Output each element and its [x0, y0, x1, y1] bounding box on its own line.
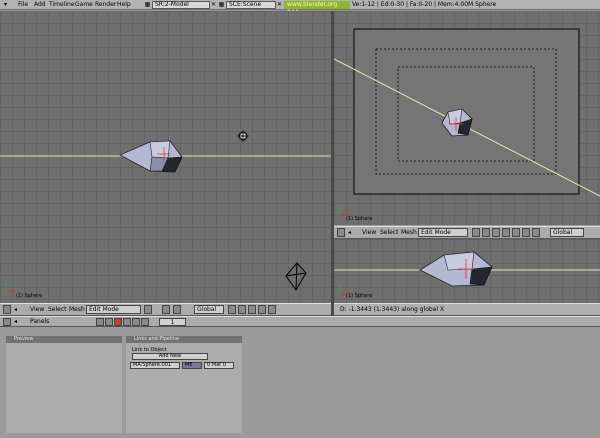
collapse-icon[interactable]: ◂	[348, 229, 351, 236]
frame-number-field[interactable]: 1	[159, 318, 186, 326]
scene-browse-icon[interactable]: ▦	[218, 1, 225, 9]
3d-viewport-camera[interactable]: (1) Sphere	[334, 11, 600, 225]
mode-select[interactable]: Edit Mode	[86, 305, 141, 314]
scene-context-icon[interactable]	[141, 318, 149, 326]
3d-viewport-front[interactable]: (1) Sphere	[334, 239, 600, 303]
sphere-mesh[interactable]	[419, 251, 493, 287]
3d-cursor-icon[interactable]	[237, 130, 249, 142]
layer-icon[interactable]	[532, 228, 540, 237]
menu-add[interactable]: Add	[34, 1, 46, 9]
collapse-icon[interactable]: ◂	[14, 306, 17, 313]
active-object-label: (1) Sphere	[346, 216, 373, 222]
viewport-left-canvas	[0, 130, 331, 292]
me-link-button[interactable]: ME	[182, 362, 202, 369]
scene-close-icon[interactable]: ✕	[276, 1, 283, 9]
3d-viewport-left[interactable]: (1) Sphere	[0, 11, 331, 303]
links-panel-label: Links and Pipeline	[134, 336, 179, 342]
buttons-window: ◂ Panels 1 Preview Links and Pipeline Li…	[0, 316, 600, 438]
window-type-icon[interactable]	[3, 305, 11, 314]
viewport-camera-header: ◂ View Select Mesh Edit Mode Global	[334, 226, 600, 239]
transform-status-text: D: -1.3443 (1.3443) along global X	[340, 306, 445, 313]
scene-stats: Ve:1-12 | Ed:0-30 | Fa:0-20 | Mem:4.00M …	[352, 1, 497, 8]
edge-select-icon[interactable]	[248, 305, 256, 314]
menu-game[interactable]: Game	[75, 1, 93, 9]
rotate-icon[interactable]	[512, 228, 520, 237]
face-select-icon[interactable]	[258, 305, 266, 314]
orientation-select[interactable]: Global	[550, 228, 584, 237]
viewport-front-canvas	[334, 251, 600, 295]
viewport-left-header: ◂ View Select Mesh Edit Mode Global	[0, 303, 331, 316]
scene-name-field[interactable]: SCE:Scene	[226, 1, 276, 9]
menu-mesh[interactable]: Mesh	[401, 229, 417, 236]
mode-select[interactable]: Edit Mode	[418, 228, 468, 237]
camera-frame	[353, 28, 580, 195]
menu-view[interactable]: View	[362, 229, 376, 236]
menu-help[interactable]: Help	[117, 1, 131, 9]
menu-file[interactable]: File	[18, 1, 28, 9]
window-type-icon[interactable]	[337, 228, 345, 237]
draw-type-icon[interactable]	[144, 305, 152, 314]
vertex-select-icon[interactable]	[238, 305, 246, 314]
screen-close-icon[interactable]: ✕	[210, 1, 217, 9]
menu-timeline[interactable]: Timeline	[49, 1, 75, 9]
axis-widget-icon	[5, 283, 14, 292]
menu-mesh[interactable]: Mesh	[69, 306, 85, 313]
shading-context-icon[interactable]	[114, 318, 122, 326]
active-object-label: (1) Sphere	[346, 293, 373, 299]
layer-icon[interactable]	[228, 305, 236, 314]
draw-type-icon[interactable]	[472, 228, 480, 237]
screen-browse-icon[interactable]: ▦	[144, 1, 151, 9]
screen-name-field[interactable]: SR:2-Model	[152, 1, 210, 9]
preview-panel	[6, 343, 122, 433]
panels-menu[interactable]: Panels	[30, 318, 49, 325]
pivot-icon[interactable]	[482, 228, 490, 237]
menu-select[interactable]: Select	[380, 229, 399, 236]
camera-object[interactable]	[285, 262, 307, 291]
logic-context-icon[interactable]	[96, 318, 104, 326]
menu-render[interactable]: Render	[95, 1, 116, 9]
editing-context-icon[interactable]	[132, 318, 140, 326]
material-name-field[interactable]: MA:Sphere.001	[130, 362, 180, 369]
axis-widget-icon	[339, 206, 348, 215]
blender-url[interactable]: www.blender.org 244	[284, 1, 350, 16]
pivot-icon[interactable]	[162, 305, 170, 314]
links-panel: Link to Object Add New MA:Sphere.001 ME …	[126, 343, 242, 433]
orientation-select[interactable]: Global	[194, 305, 224, 314]
menu-select[interactable]: Select	[48, 306, 67, 313]
manipulator-icon[interactable]	[173, 305, 181, 314]
object-context-icon[interactable]	[123, 318, 131, 326]
manipulator-icon[interactable]	[492, 228, 500, 237]
buttons-window-header: ◂ Panels 1	[0, 316, 600, 327]
menu-view[interactable]: View	[30, 306, 44, 313]
scale-icon[interactable]	[522, 228, 530, 237]
preview-panel-title[interactable]: Preview	[6, 336, 122, 343]
window-type-icon[interactable]: ▾	[2, 1, 9, 9]
active-object-label: (1) Sphere	[16, 293, 43, 299]
translate-icon[interactable]	[502, 228, 510, 237]
links-panel-title[interactable]: Links and Pipeline	[126, 336, 242, 343]
transform-status-bar: D: -1.3443 (1.3443) along global X	[334, 303, 600, 316]
window-type-icon[interactable]	[3, 318, 11, 326]
add-new-material-button[interactable]: Add New	[132, 353, 208, 360]
sphere-mesh[interactable]	[119, 140, 183, 173]
script-context-icon[interactable]	[105, 318, 113, 326]
preview-panel-label: Preview	[14, 336, 34, 342]
material-count-field[interactable]: 0 Mat 0	[204, 362, 234, 369]
viewport-camera-canvas	[334, 28, 600, 215]
collapse-icon[interactable]: ◂	[14, 318, 17, 325]
occlude-icon[interactable]	[268, 305, 276, 314]
top-menu-bar: ▾ File Add Timeline Game Render Help ▦ S…	[0, 0, 600, 16]
